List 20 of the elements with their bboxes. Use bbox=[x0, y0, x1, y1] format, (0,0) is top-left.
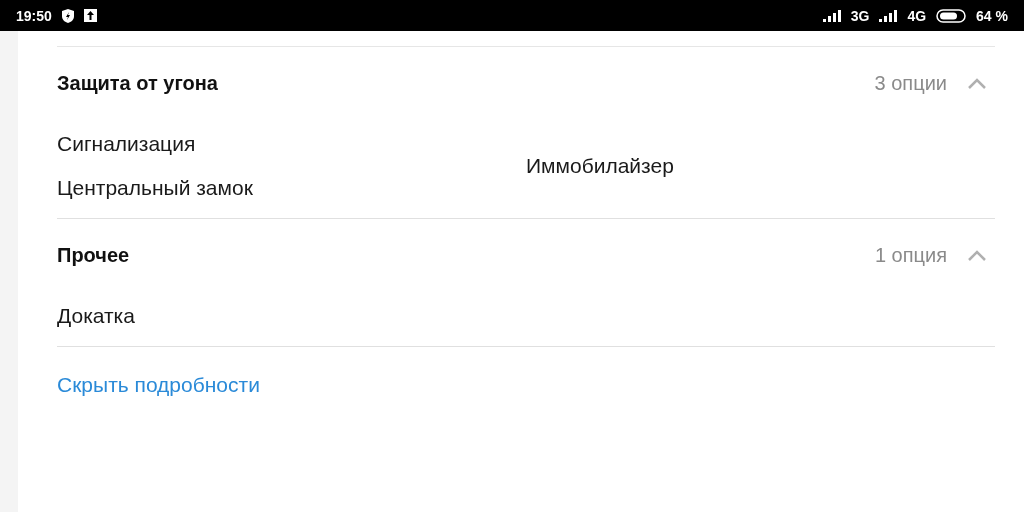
battery-icon bbox=[936, 8, 967, 23]
shield-icon bbox=[61, 8, 74, 23]
option-count: 1 опция bbox=[874, 244, 947, 267]
chevron-up-icon[interactable] bbox=[967, 249, 987, 262]
option-count: 3 опции bbox=[874, 72, 947, 95]
clock: 19:50 bbox=[16, 7, 52, 24]
hide-details-link[interactable]: Скрыть подробности bbox=[57, 373, 260, 397]
option-item: Сигнализация bbox=[57, 132, 197, 156]
signal-icon bbox=[822, 9, 841, 22]
network-type: 4G bbox=[907, 7, 927, 24]
option-item: Докатка bbox=[57, 304, 136, 328]
option-item: Иммобилайзер bbox=[526, 154, 675, 178]
option-item: Центральный замок bbox=[57, 176, 254, 200]
section-title: Прочее bbox=[57, 244, 131, 267]
network-type: 3G bbox=[850, 7, 870, 24]
signal-icon bbox=[879, 9, 898, 22]
section-title: Защита от угона bbox=[57, 72, 219, 95]
chevron-up-icon[interactable] bbox=[967, 77, 987, 90]
battery-percentage: 64 % bbox=[976, 7, 1008, 24]
upload-icon bbox=[83, 9, 97, 22]
